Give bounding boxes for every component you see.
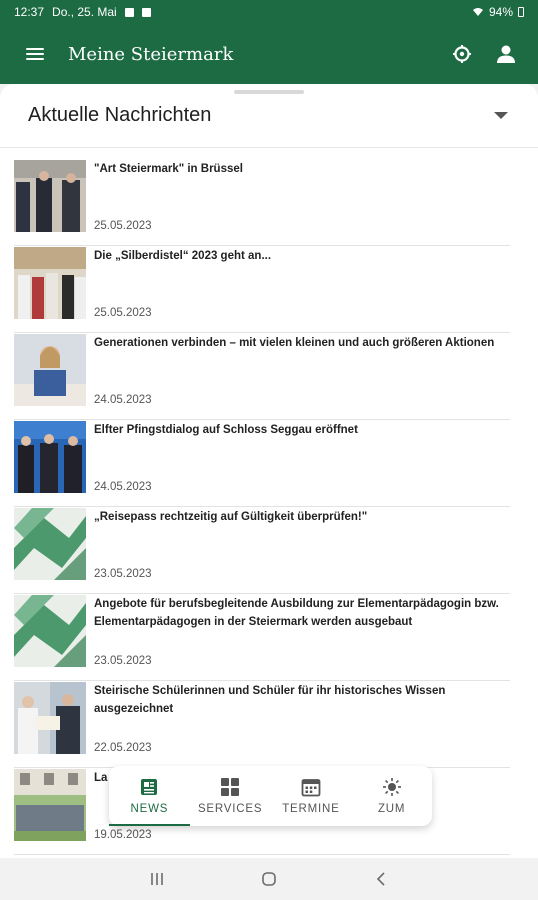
sun-icon: [382, 778, 401, 796]
nav-zum[interactable]: ZUM: [351, 766, 432, 826]
home-icon[interactable]: [261, 871, 277, 887]
status-time: 12:37: [14, 5, 45, 19]
nav-termine[interactable]: TERMINE: [271, 766, 352, 826]
news-title: Steirische Schülerinnen und Schüler für …: [94, 685, 446, 715]
status-date: Do., 25. Mai: [52, 5, 117, 19]
news-date: 25.05.2023: [94, 307, 152, 319]
news-list: "Art Steiermark" in Brüssel 25.05.2023 D…: [14, 159, 510, 855]
section-title: Aktuelle Nachrichten: [28, 104, 212, 126]
news-date: 23.05.2023: [94, 568, 152, 580]
news-thumbnail: [14, 421, 86, 493]
news-thumbnail: [14, 334, 86, 406]
news-item[interactable]: "Art Steiermark" in Brüssel 25.05.2023: [14, 159, 510, 246]
news-date: 25.05.2023: [94, 220, 152, 232]
status-bar: 12:37 Do., 25. Mai 94%: [0, 0, 538, 24]
account-icon[interactable]: [496, 44, 516, 64]
news-item[interactable]: Angebote für berufsbegleitende Ausbildun…: [14, 594, 510, 681]
wifi-icon: [472, 8, 483, 16]
news-title: Generationen verbinden – mit vielen klei…: [94, 337, 495, 349]
grid-icon: [221, 778, 240, 796]
image-notification-icon: [124, 7, 134, 17]
app-bar: Meine Steiermark: [0, 24, 538, 84]
chevron-down-icon[interactable]: [494, 112, 508, 119]
news-item[interactable]: Generationen verbinden – mit vielen klei…: [14, 333, 510, 420]
news-title: Angebote für berufsbegleitende Ausbildun…: [94, 598, 499, 628]
news-title: "Art Steiermark" in Brüssel: [94, 163, 243, 175]
nav-news-label: NEWS: [130, 803, 169, 815]
menu-icon[interactable]: [24, 45, 46, 63]
system-navigation-bar: [0, 858, 538, 900]
bottom-navigation: NEWS SERVICES TERMINE ZUM: [109, 766, 432, 826]
nav-zum-label: ZUM: [377, 803, 406, 815]
news-thumbnail: [14, 247, 86, 319]
nav-services[interactable]: SERVICES: [190, 766, 271, 826]
news-item[interactable]: Elfter Pfingstdialog auf Schloss Seggau …: [14, 420, 510, 507]
nav-services-label: SERVICES: [197, 803, 263, 815]
news-item[interactable]: Die „Silberdistel“ 2023 geht an... 25.05…: [14, 246, 510, 333]
news-thumbnail: [14, 682, 86, 754]
news-sheet: Aktuelle Nachrichten "Art Steiermark" in…: [0, 84, 538, 858]
news-thumbnail: [14, 769, 86, 841]
news-thumbnail: [14, 595, 86, 667]
news-thumbnail: [14, 508, 86, 580]
battery-icon: [518, 7, 524, 17]
news-title: Elfter Pfingstdialog auf Schloss Seggau …: [94, 424, 358, 436]
battery-level: 94%: [488, 5, 513, 19]
news-date: 24.05.2023: [94, 481, 152, 493]
news-icon: [141, 779, 158, 795]
news-date: 19.05.2023: [94, 829, 152, 841]
recent-apps-icon[interactable]: [149, 871, 165, 887]
app-notification-icon: [141, 7, 151, 17]
settings-icon[interactable]: [452, 44, 472, 64]
news-title: Die „Silberdistel“ 2023 geht an...: [94, 250, 272, 262]
news-date: 24.05.2023: [94, 394, 152, 406]
news-item[interactable]: Steirische Schülerinnen und Schüler für …: [14, 681, 510, 768]
app-title: Meine Steiermark: [68, 43, 234, 65]
news-title: „Reisepass rechtzeitig auf Gültigkeit üb…: [94, 511, 368, 523]
news-thumbnail: [14, 160, 86, 232]
nav-news[interactable]: NEWS: [109, 766, 190, 826]
news-date: 23.05.2023: [94, 655, 152, 667]
news-date: 22.05.2023: [94, 742, 152, 754]
sheet-drag-handle[interactable]: [234, 90, 304, 94]
back-icon[interactable]: [373, 871, 389, 887]
nav-termine-label: TERMINE: [282, 803, 340, 815]
calendar-icon: [301, 779, 321, 797]
news-item[interactable]: „Reisepass rechtzeitig auf Gültigkeit üb…: [14, 507, 510, 594]
